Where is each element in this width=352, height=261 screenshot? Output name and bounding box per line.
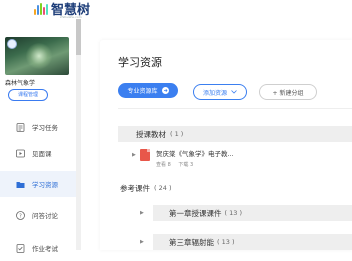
- file-downloads: 下载 3: [178, 162, 194, 168]
- folder-row-slides[interactable]: 参考课件 ( 24 ): [118, 180, 352, 196]
- folder-name: 参考课件: [120, 183, 150, 193]
- exam-icon: [16, 243, 25, 253]
- course-badge-icon: [7, 39, 17, 49]
- resource-library-label: 专业资源库: [127, 88, 158, 95]
- arrow-right-icon: [161, 87, 169, 94]
- folder-count: ( 24 ): [154, 184, 172, 192]
- scrollbar-thumb[interactable]: [76, 19, 81, 55]
- add-resource-label: 添加资源: [202, 89, 227, 97]
- resource-library-button[interactable]: 专业资源库: [118, 83, 178, 98]
- file-name[interactable]: 贺庆棠《气象学》电子教...: [156, 148, 234, 158]
- resource-icon: [16, 180, 25, 189]
- sidebar-item-label: 学习资源: [32, 181, 58, 189]
- sidebar: 森林气象学 课程管理 学习任务 见面课 学习资源 ? 问答讨论 作业考试: [0, 19, 80, 253]
- sidebar-item-tasks[interactable]: 学习任务: [0, 114, 76, 140]
- discussion-icon: ?: [16, 210, 25, 220]
- course-manage-button[interactable]: 课程管理: [8, 89, 48, 101]
- page-title: 学习资源: [118, 56, 162, 69]
- task-icon: [16, 122, 25, 132]
- sidebar-item-label: 作业考试: [32, 245, 58, 253]
- cover-light: [25, 43, 53, 69]
- course-cover-image[interactable]: [5, 37, 69, 75]
- subfolder-row[interactable]: 第一章授课课件 ( 13 ): [153, 205, 352, 221]
- add-resource-button[interactable]: 添加资源: [193, 84, 247, 100]
- pdf-file-icon: [140, 149, 150, 161]
- top-bar: 智慧树 zhihuishu.com: [0, 0, 352, 19]
- new-group-button[interactable]: + 新建分组: [259, 84, 317, 100]
- expand-arrow-icon[interactable]: ▶: [140, 239, 144, 245]
- sidebar-item-label: 问答讨论: [32, 212, 58, 220]
- file-item[interactable]: 贺庆棠《气象学》电子教... 查看 8 下载 3: [140, 148, 234, 168]
- sidebar-item-label: 见面课: [32, 150, 52, 158]
- sidebar-item-label: 学习任务: [32, 124, 58, 132]
- expand-arrow-icon[interactable]: ▶: [140, 210, 144, 216]
- chevron-down-icon: [231, 89, 237, 96]
- subfolder-name: 第一章授课课件: [169, 208, 222, 218]
- video-icon: [16, 149, 25, 158]
- subfolder-count: ( 13 ): [224, 209, 242, 217]
- folder-count: ( 1 ): [170, 130, 184, 138]
- folder-row-textbook[interactable]: 授课教材 ( 1 ): [118, 126, 352, 142]
- folder-name: 授课教材: [136, 129, 166, 139]
- file-views: 查看 8: [156, 162, 171, 168]
- sidebar-item-discussion[interactable]: ? 问答讨论: [0, 202, 76, 228]
- subfolder-count: ( 13 ): [217, 238, 235, 246]
- sidebar-item-exams[interactable]: 作业考试: [0, 235, 76, 261]
- svg-text:?: ?: [19, 213, 22, 219]
- sidebar-item-resources[interactable]: 学习资源: [0, 171, 76, 197]
- logo-bars-icon: [34, 2, 48, 15]
- expand-arrow-icon[interactable]: ▶: [132, 152, 136, 158]
- sidebar-scrollbar[interactable]: [76, 19, 81, 250]
- subfolder-name: 第三章辐射能: [169, 237, 214, 247]
- course-name: 森林气象学: [5, 80, 36, 87]
- subfolder-row[interactable]: 第三章辐射能 ( 13 ): [153, 234, 352, 250]
- sidebar-item-meetings[interactable]: 见面课: [0, 140, 76, 166]
- divider: [118, 108, 352, 109]
